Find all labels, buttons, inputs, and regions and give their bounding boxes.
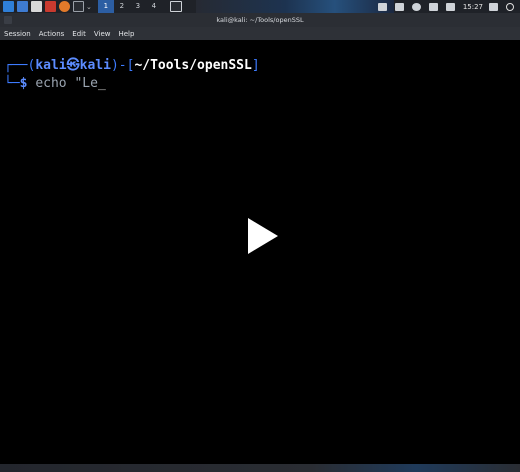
command-line[interactable]: └─$ echo "Le_ [4, 76, 106, 92]
prompt-dollar: $ [19, 76, 28, 91]
tray-icon[interactable] [394, 2, 404, 11]
prompt-corner-top: ┌──( [4, 58, 36, 73]
prompt-at: ㉿ [66, 58, 80, 73]
terminal-app-icon [4, 16, 12, 24]
network-icon[interactable] [411, 2, 421, 11]
play-icon[interactable] [248, 218, 278, 254]
prompt-corner-bottom: └─ [4, 76, 20, 91]
prompt-user: kali [35, 58, 67, 73]
window-titlebar[interactable]: kali@kali: ~/Tools/openSSL [0, 13, 520, 27]
workspace-2[interactable]: 2 [114, 0, 130, 13]
file-manager-icon[interactable] [31, 1, 42, 12]
notification-bell-icon[interactable] [428, 2, 438, 11]
menu-view[interactable]: View [94, 30, 111, 38]
menu-bar: Session Actions Edit View Help [0, 27, 520, 40]
terminal-window-icon[interactable] [169, 1, 182, 12]
terminal-icon[interactable] [73, 1, 84, 12]
bottom-strip [0, 464, 520, 472]
workspace-switcher: 1 2 3 4 [97, 0, 162, 13]
kali-menu-icon[interactable] [3, 1, 14, 12]
chevron-down-icon[interactable]: ⌄ [86, 3, 92, 11]
top-panel: ⌄ 1 2 3 4 15:27 [0, 0, 520, 13]
menu-session[interactable]: Session [4, 30, 31, 38]
system-tray: 15:27 [377, 0, 520, 13]
workspace-1[interactable]: 1 [97, 0, 114, 13]
prompt-host: kali [79, 58, 111, 73]
prompt-separator: )-[ [110, 58, 135, 73]
text-editor-icon[interactable] [45, 1, 56, 12]
lock-icon[interactable] [489, 2, 498, 11]
power-icon[interactable] [506, 2, 514, 11]
prompt-path: ~/Tools/openSSL [134, 58, 252, 73]
prompt-close: ] [251, 58, 260, 73]
text-cursor: _ [97, 76, 106, 91]
window-title: kali@kali: ~/Tools/openSSL [216, 16, 304, 24]
menu-edit[interactable]: Edit [72, 30, 86, 38]
panel-wallpaper-strip [196, 0, 394, 13]
workspace-4[interactable]: 4 [146, 0, 162, 13]
prompt-line: ┌──(kali㉿kali)-[~/Tools/openSSL] [4, 58, 260, 74]
speaker-icon[interactable] [445, 2, 455, 11]
workspace-3[interactable]: 3 [130, 0, 146, 13]
command-input[interactable]: echo "Le [35, 76, 98, 91]
clock[interactable]: 15:27 [463, 3, 483, 11]
show-desktop-icon[interactable] [17, 1, 28, 12]
menu-help[interactable]: Help [118, 30, 134, 38]
screen-icon[interactable] [377, 2, 387, 11]
firefox-icon[interactable] [59, 1, 70, 12]
menu-actions[interactable]: Actions [39, 30, 65, 38]
